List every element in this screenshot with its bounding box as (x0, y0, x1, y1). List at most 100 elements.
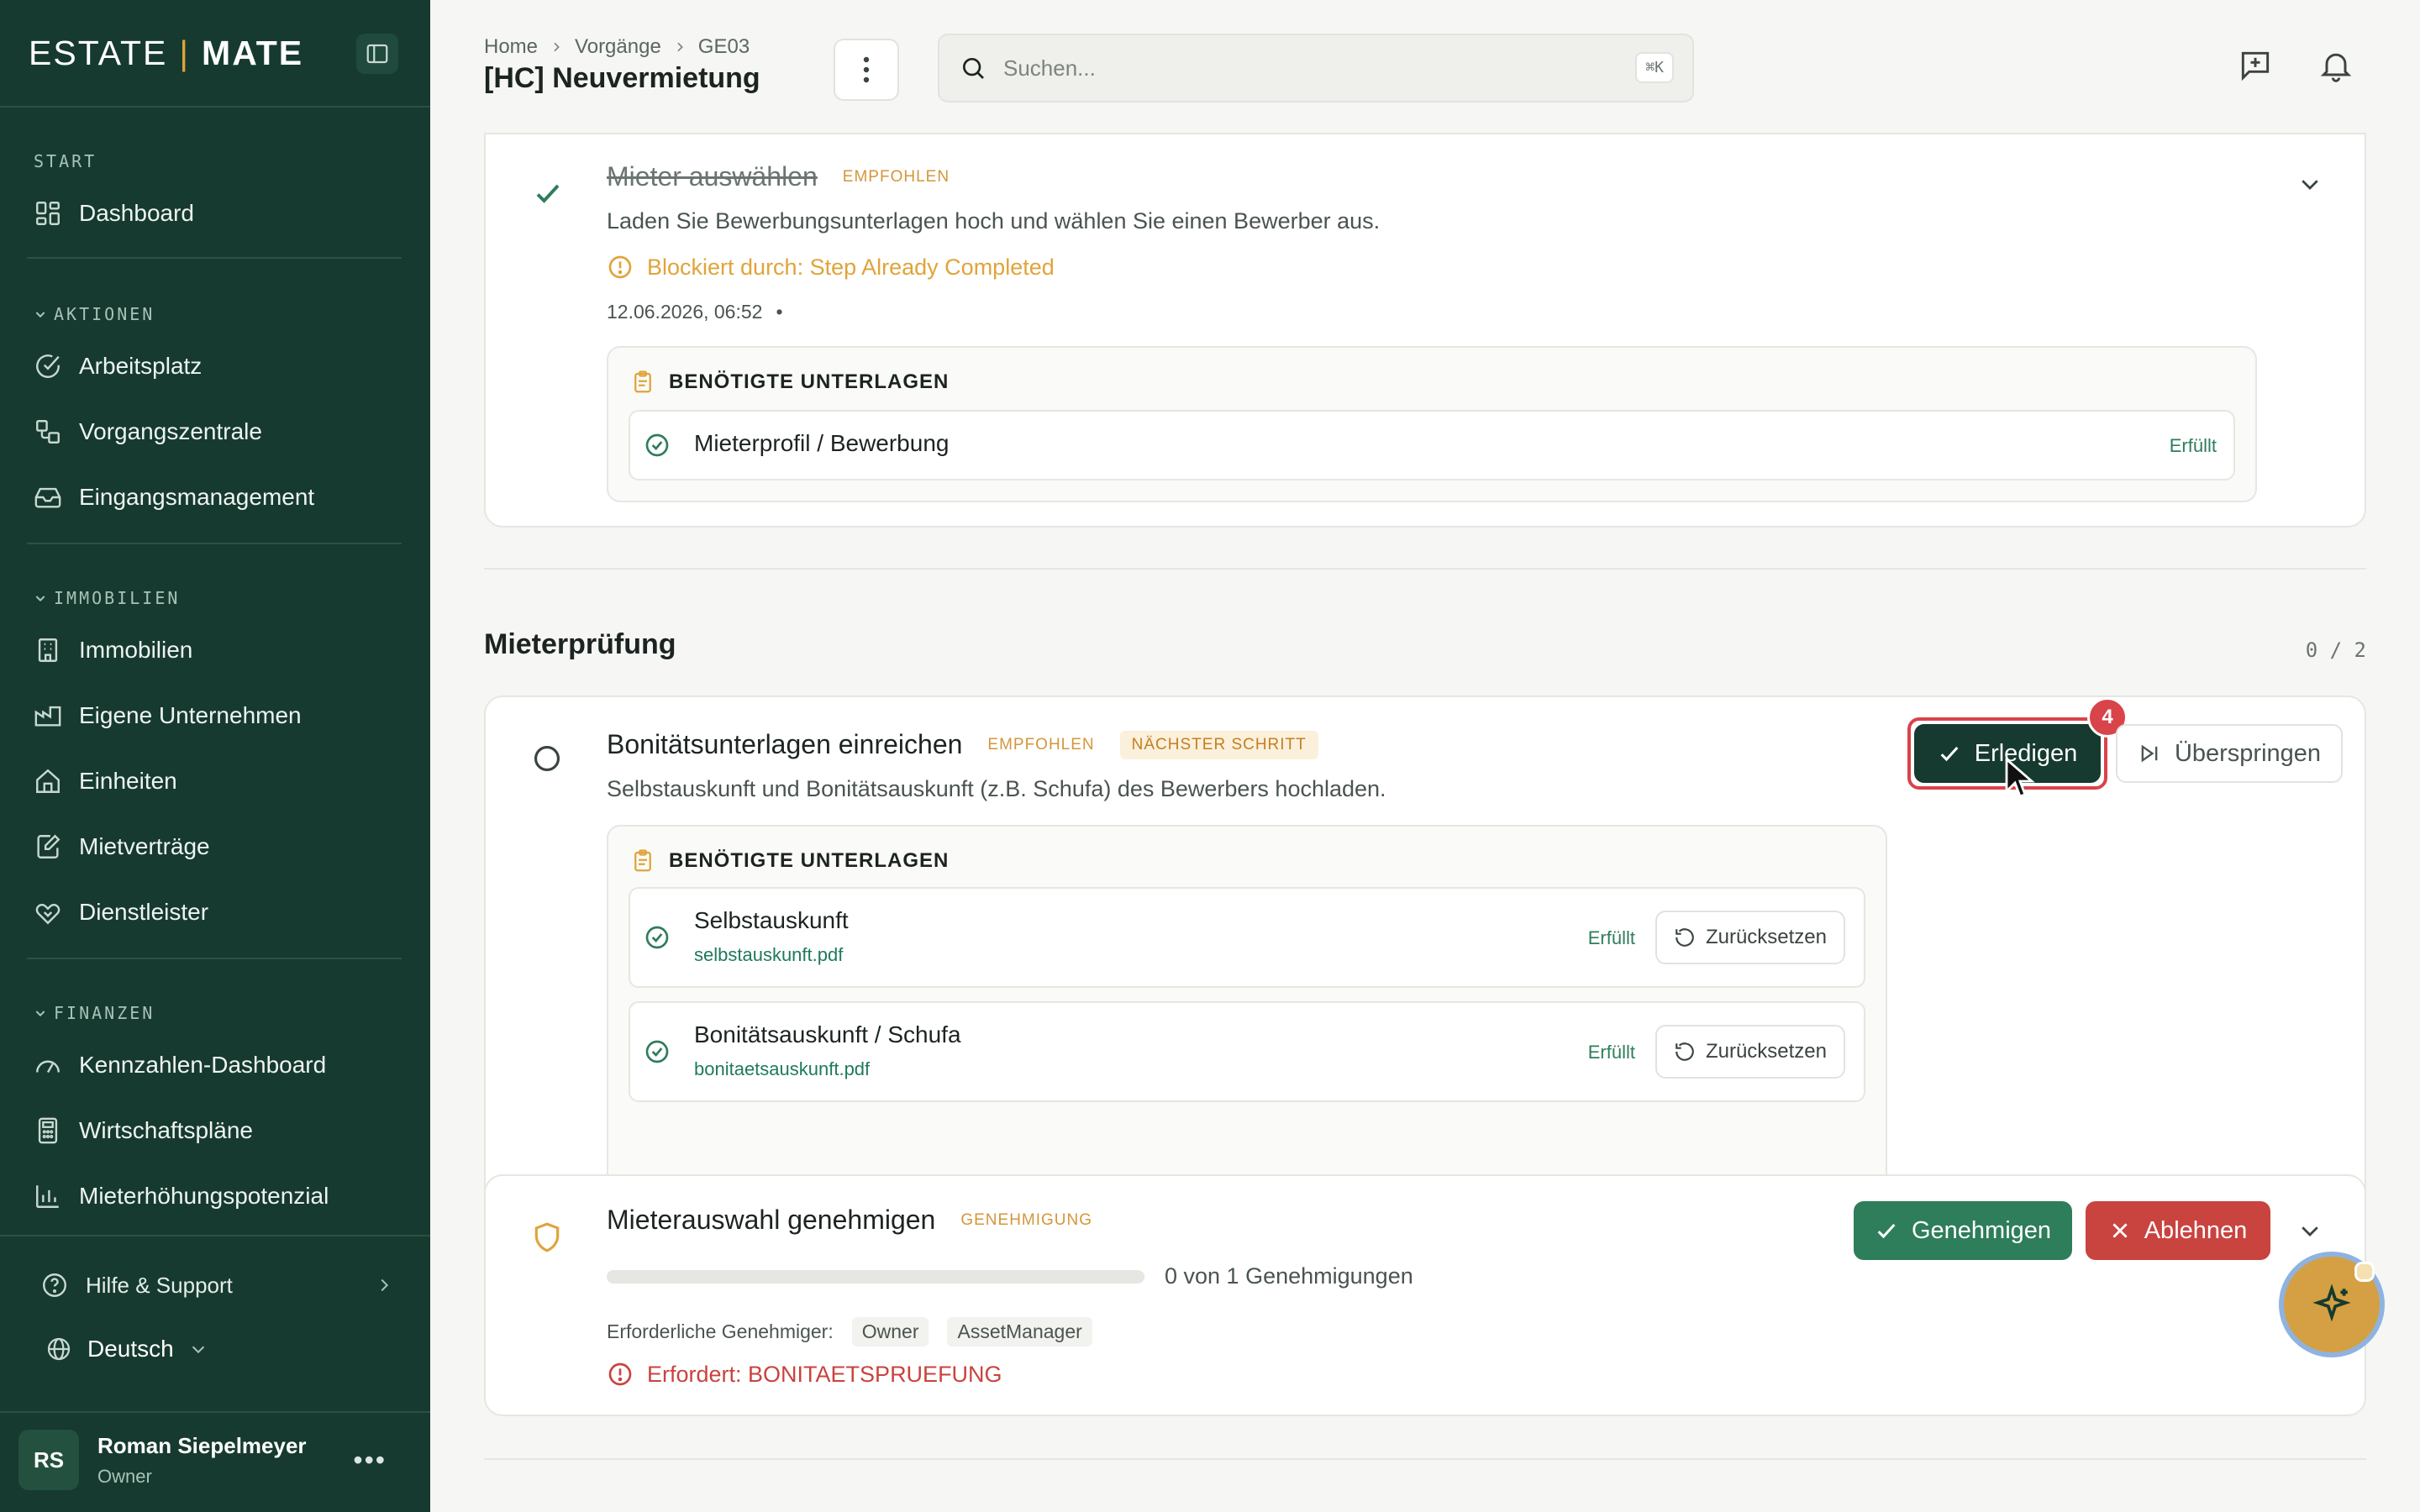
search-shortcut: ⌘K (1635, 52, 1674, 83)
shield-icon (534, 1222, 560, 1252)
sidebar-item-dienstleister[interactable]: Dienstleister (34, 889, 208, 936)
badge-naechster-schritt: NÄCHSTER SCHRITT (1119, 730, 1318, 759)
sidebar-item-label: Wirtschaftspläne (79, 1117, 253, 1143)
reject-button[interactable]: Ablehnen (2086, 1201, 2270, 1260)
ai-assistant-button[interactable] (2279, 1252, 2385, 1357)
section-aktionen[interactable]: AKTIONEN (34, 304, 155, 324)
documents-title: BENÖTIGTE UNTERLAGEN (630, 370, 949, 395)
workflow-icon (36, 420, 60, 444)
skip-forward-icon (2141, 744, 2158, 763)
sidebar-divider (27, 257, 402, 259)
message-plus-icon (2241, 51, 2270, 81)
notification-dot (2354, 1262, 2375, 1282)
sidebar-item-wirtschaftsplaene[interactable]: Wirtschaftspläne (34, 1107, 253, 1154)
language-select[interactable]: Deutsch (45, 1336, 208, 1362)
step-description: Laden Sie Bewerbungsunterlagen hoch und … (607, 208, 1381, 234)
approve-button[interactable]: Genehmigen (1854, 1201, 2072, 1260)
page-title: [HC] Neuvermietung (484, 62, 760, 94)
document-status: Erfüllt (1587, 1042, 1635, 1063)
documents-title: BENÖTIGTE UNTERLAGEN (630, 848, 949, 874)
sidebar-item-kennzahlen[interactable]: Kennzahlen-Dashboard (34, 1042, 326, 1089)
sidebar-item-immobilien[interactable]: Immobilien (34, 627, 192, 674)
breadcrumb-vorgaenge[interactable]: Vorgänge (575, 35, 661, 59)
document-file-link[interactable]: selbstauskunft.pdf (694, 944, 843, 966)
check-circle-icon (645, 926, 669, 949)
chevron-down-icon (35, 596, 45, 602)
reset-label: Zurücksetzen (1705, 1040, 1827, 1063)
user-profile[interactable]: RS Roman Siepelmeyer Owner ••• (18, 1428, 405, 1492)
sidebar-item-label: Arbeitsplatz (79, 353, 203, 379)
logo-estate: ESTATE (29, 34, 168, 72)
document-name: Mieterprofil / Bewerbung (694, 430, 950, 456)
breadcrumb-current[interactable]: GE03 (698, 35, 750, 59)
reset-button[interactable]: Zurücksetzen (1655, 1025, 1845, 1079)
chevron-down-icon[interactable] (2297, 171, 2323, 197)
required-documents: BENÖTIGTE UNTERLAGEN Mieterprofil / Bewe… (607, 346, 2257, 502)
alert-circle-icon (608, 1362, 632, 1386)
step-timestamp: 12.06.2026, 06:52 (607, 301, 763, 323)
notifications-button[interactable] (2317, 47, 2354, 84)
sidebar-item-mietvertraege[interactable]: Mietverträge (34, 823, 210, 870)
search-placeholder: Suchen... (1003, 55, 1096, 81)
sidebar-item-label: Mietverträge (79, 833, 210, 859)
user-role: Owner (97, 1465, 152, 1487)
step-card-mieterauswahl-genehmigen: Mieterauswahl genehmigen GENEHMIGUNG 0 v… (484, 1174, 2366, 1416)
sidebar-toggle-button[interactable] (356, 34, 398, 74)
bell-icon (2320, 53, 2352, 82)
help-circle-icon (43, 1273, 66, 1297)
approval-progress-bar (607, 1270, 1144, 1284)
logo-separator: | (179, 34, 191, 72)
step-title: Mieter auswählen (607, 161, 818, 192)
requirement-message: Erfordert: BONITAETSPRUEFUNG (647, 1361, 1002, 1387)
document-row: Bonitätsauskunft / Schufa bonitaetsausku… (629, 1001, 1865, 1102)
chevron-right-icon (554, 42, 560, 52)
chevron-down-icon[interactable] (2297, 1218, 2323, 1243)
handshake-icon (35, 904, 60, 925)
document-row: Selbstauskunft selbstauskunft.pdf Erfüll… (629, 887, 1865, 988)
approver-chip: Owner (851, 1317, 929, 1347)
sidebar-item-einheiten[interactable]: Einheiten (34, 758, 177, 805)
sidebar-item-label: Dienstleister (79, 899, 209, 925)
approval-progress-text: 0 von 1 Genehmigungen (1165, 1263, 1413, 1289)
badge-genehmigung: GENEHMIGUNG (960, 1210, 1093, 1229)
more-options-button[interactable] (834, 39, 899, 101)
document-status: Erfüllt (1587, 927, 1635, 948)
app-logo[interactable]: ESTATE | MATE (29, 34, 303, 73)
document-status: Erfüllt (2169, 435, 2217, 456)
feedback-button[interactable] (2237, 47, 2274, 84)
contract-edit-icon (37, 834, 60, 858)
sidebar-item-label: Eigene Unternehmen (79, 702, 302, 728)
search-input[interactable]: Suchen... ⌘K (938, 34, 1694, 102)
document-file-link[interactable]: bonitaetsauskunft.pdf (694, 1058, 870, 1080)
section-immobilien[interactable]: IMMOBILIEN (34, 588, 180, 608)
skip-button[interactable]: Überspringen (2116, 724, 2343, 783)
chevron-down-icon (35, 1011, 45, 1017)
sidebar-divider (27, 958, 402, 959)
reset-button[interactable]: Zurücksetzen (1655, 911, 1845, 964)
breadcrumb: Home Vorgänge GE03 (484, 35, 750, 59)
check-icon (536, 184, 560, 203)
sidebar-item-dashboard[interactable]: Dashboard (34, 190, 194, 237)
sidebar-item-vorgangszentrale[interactable]: Vorgangszentrale (34, 408, 262, 455)
check-circle-icon (36, 354, 60, 378)
more-horizontal-icon[interactable]: ••• (353, 1445, 387, 1476)
sidebar-item-eingangsmanagement[interactable]: Eingangsmanagement (34, 474, 314, 521)
circle-icon[interactable] (531, 743, 563, 774)
sidebar-item-label: Mieterhöhungspotenzial (79, 1183, 329, 1209)
sidebar-item-label: Immobilien (79, 637, 193, 663)
sidebar-item-arbeitsplatz[interactable]: Arbeitsplatz (34, 343, 202, 390)
help-label: Hilfe & Support (86, 1272, 233, 1298)
sidebar-item-mieterhoehung[interactable]: Mieterhöhungspotenzial (34, 1173, 329, 1220)
section-finanzen[interactable]: FINANZEN (34, 1003, 155, 1023)
help-support-link[interactable]: Hilfe & Support (40, 1262, 393, 1309)
inbox-icon (34, 487, 61, 508)
language-label: Deutsch (87, 1336, 174, 1362)
logo-mate: MATE (202, 34, 304, 72)
breadcrumb-home[interactable]: Home (484, 35, 538, 59)
clipboard-icon (634, 370, 651, 393)
sidebar-item-eigene-unternehmen[interactable]: Eigene Unternehmen (34, 692, 302, 739)
chevron-down-icon (192, 1346, 204, 1354)
sidebar-panel-icon (366, 44, 388, 64)
sidebar-divider (0, 106, 430, 108)
globe-icon (47, 1337, 71, 1361)
